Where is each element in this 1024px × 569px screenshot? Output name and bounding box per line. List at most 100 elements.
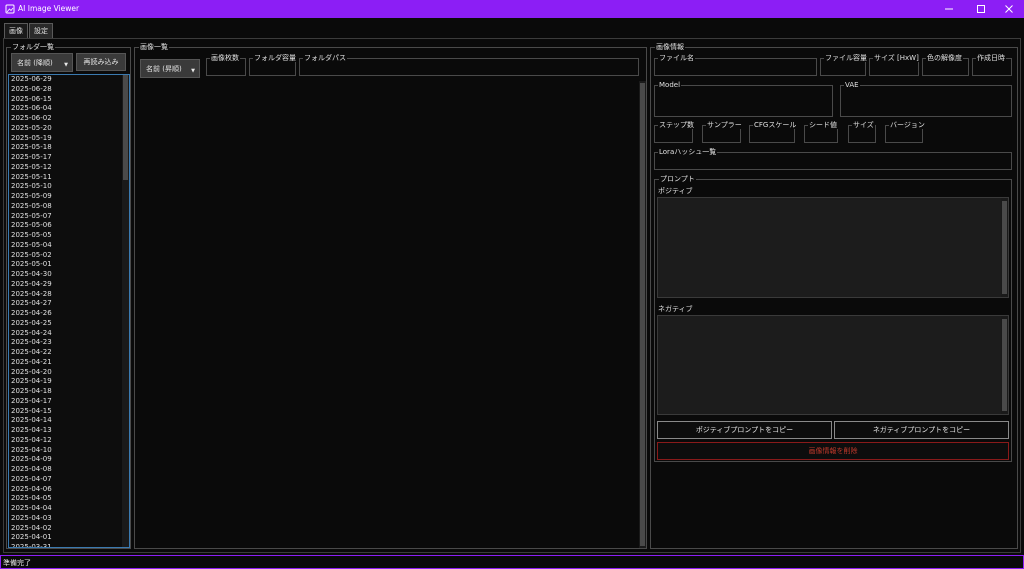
model-field: Model xyxy=(654,81,833,117)
dimensions-label: サイズ [HxW] xyxy=(873,54,920,62)
folder-list-item[interactable]: 2025-04-17 xyxy=(9,397,129,407)
minimize-button[interactable] xyxy=(934,0,964,18)
title-bar: AI Image Viewer xyxy=(0,0,1024,18)
folder-list-item[interactable]: 2025-05-06 xyxy=(9,221,129,231)
folder-list-item[interactable]: 2025-04-22 xyxy=(9,348,129,358)
folder-list-item[interactable]: 2025-04-05 xyxy=(9,494,129,504)
size-field: サイズ xyxy=(848,121,876,143)
date-items: 2025-06-29 2025-06-28 2025-06-15 2025-06-04… xyxy=(9,75,129,547)
folder-list-item[interactable]: 2025-05-02 xyxy=(9,251,129,261)
positive-prompt-scroll-thumb[interactable] xyxy=(1002,201,1007,294)
maximize-icon xyxy=(977,5,985,13)
folder-list-item[interactable]: 2025-04-01 xyxy=(9,533,129,543)
folder-list-item[interactable]: 2025-05-11 xyxy=(9,173,129,183)
folder-list-item[interactable]: 2025-04-25 xyxy=(9,319,129,329)
folder-list-item[interactable]: 2025-04-13 xyxy=(9,426,129,436)
copy-positive-button[interactable]: ポジティブプロンプトをコピー xyxy=(657,421,832,439)
folder-list-item[interactable]: 2025-04-21 xyxy=(9,358,129,368)
folder-list-item[interactable]: 2025-04-07 xyxy=(9,475,129,485)
folder-list-item[interactable]: 2025-04-26 xyxy=(9,309,129,319)
delete-info-label: 画像情報を削除 xyxy=(808,447,858,455)
folder-list-item[interactable]: 2025-04-04 xyxy=(9,504,129,514)
folder-list-item[interactable]: 2025-04-28 xyxy=(9,290,129,300)
positive-prompt-scrollbar[interactable] xyxy=(1001,198,1008,297)
folder-list-item[interactable]: 2025-04-02 xyxy=(9,524,129,534)
tab-bar: 画像 設定 xyxy=(0,18,1024,39)
folder-list-item[interactable]: 2025-04-15 xyxy=(9,407,129,417)
folder-date-list[interactable]: 2025-06-29 2025-06-28 2025-06-15 2025-06-04… xyxy=(8,74,130,548)
image-list-panel: 画像一覧 xyxy=(134,43,647,549)
folder-path-field: フォルダパス xyxy=(299,54,639,76)
lora-hash-label: Loraハッシュ一覧 xyxy=(658,148,718,156)
folder-list-item[interactable]: 2025-05-18 xyxy=(9,143,129,153)
image-list-scroll-thumb[interactable] xyxy=(640,83,645,546)
folder-list-item[interactable]: 2025-04-12 xyxy=(9,436,129,446)
positive-prompt-textarea[interactable] xyxy=(657,197,1009,298)
positive-label: ポジティブ xyxy=(658,187,693,195)
seed-label: シード値 xyxy=(808,121,838,129)
folder-list-item[interactable]: 2025-04-09 xyxy=(9,455,129,465)
folder-list-item[interactable]: 2025-05-10 xyxy=(9,182,129,192)
folder-list-item[interactable]: 2025-04-08 xyxy=(9,465,129,475)
folder-list-item[interactable]: 2025-04-23 xyxy=(9,338,129,348)
copy-negative-button[interactable]: ネガティブプロンプトをコピー xyxy=(834,421,1009,439)
folder-list-item[interactable]: 2025-05-08 xyxy=(9,202,129,212)
folder-list-item[interactable]: 2025-04-14 xyxy=(9,416,129,426)
dimensions-field: サイズ [HxW] xyxy=(869,54,920,76)
folder-list-item[interactable]: 2025-05-17 xyxy=(9,153,129,163)
folder-list-item[interactable]: 2025-06-28 xyxy=(9,85,129,95)
folder-list-item[interactable]: 2025-03-31 xyxy=(9,543,129,547)
folder-list-item[interactable]: 2025-05-09 xyxy=(9,192,129,202)
filesize-label: ファイル容量 xyxy=(824,54,868,62)
folder-list-item[interactable]: 2025-04-29 xyxy=(9,280,129,290)
folder-list-item[interactable]: 2025-04-03 xyxy=(9,514,129,524)
image-sort-select[interactable]: 名前 (昇順) ▼ xyxy=(140,59,200,78)
close-button[interactable] xyxy=(994,0,1024,18)
size-label: サイズ xyxy=(852,121,875,129)
filename-label: ファイル名 xyxy=(658,54,695,62)
negative-prompt-scroll-thumb[interactable] xyxy=(1002,319,1007,411)
color-resolution-label: 色の解像度 xyxy=(926,54,963,62)
folder-list-item[interactable]: 2025-05-12 xyxy=(9,163,129,173)
negative-prompt-textarea[interactable] xyxy=(657,315,1009,415)
folder-list-item[interactable]: 2025-05-20 xyxy=(9,124,129,134)
steps-field: ステップ数 xyxy=(654,121,695,143)
negative-prompt-scrollbar[interactable] xyxy=(1001,316,1008,414)
folder-list-item[interactable]: 2025-04-27 xyxy=(9,299,129,309)
copy-negative-label: ネガティブプロンプトをコピー xyxy=(872,426,971,434)
folder-list-item[interactable]: 2025-05-04 xyxy=(9,241,129,251)
folder-list-item[interactable]: 2025-04-10 xyxy=(9,446,129,456)
folder-list-item[interactable]: 2025-06-15 xyxy=(9,95,129,105)
image-list-scrollbar[interactable] xyxy=(639,81,646,548)
folder-list-item[interactable]: 2025-05-05 xyxy=(9,231,129,241)
folder-list-item[interactable]: 2025-04-19 xyxy=(9,377,129,387)
folder-list-item[interactable]: 2025-05-07 xyxy=(9,212,129,222)
folder-sort-select[interactable]: 名前 (降順) ▼ xyxy=(11,53,73,72)
folder-list-item[interactable]: 2025-06-29 xyxy=(9,75,129,85)
folder-list-item[interactable]: 2025-05-01 xyxy=(9,260,129,270)
folder-path-label: フォルダパス xyxy=(303,54,347,62)
folder-list-item[interactable]: 2025-06-02 xyxy=(9,114,129,124)
folder-list-item[interactable]: 2025-06-04 xyxy=(9,104,129,114)
tab-images[interactable]: 画像 xyxy=(4,23,28,38)
sampler-field: サンプラー xyxy=(702,121,743,143)
folder-list-item[interactable]: 2025-04-06 xyxy=(9,485,129,495)
folder-list-item[interactable]: 2025-04-30 xyxy=(9,270,129,280)
folder-list-item[interactable]: 2025-04-20 xyxy=(9,368,129,378)
maximize-button[interactable] xyxy=(966,0,996,18)
delete-info-button[interactable]: 画像情報を削除 xyxy=(657,442,1009,460)
folder-list-scrollbar[interactable] xyxy=(122,75,129,547)
folder-size-field: フォルダ容量 xyxy=(249,54,297,76)
folder-list-scroll-thumb[interactable] xyxy=(123,75,128,180)
tab-settings[interactable]: 設定 xyxy=(29,23,53,38)
image-count-label: 画像枚数 xyxy=(210,54,240,62)
reload-button[interactable]: 再読み込み xyxy=(76,53,126,71)
window-title: AI Image Viewer xyxy=(18,4,80,13)
folder-list-item[interactable]: 2025-05-19 xyxy=(9,134,129,144)
vae-label: VAE xyxy=(844,81,860,89)
cfg-scale-field: CFGスケール xyxy=(749,121,798,143)
folder-list-item[interactable]: 2025-04-18 xyxy=(9,387,129,397)
lora-hash-field: Loraハッシュ一覧 xyxy=(654,148,1012,170)
sampler-label: サンプラー xyxy=(706,121,743,129)
folder-list-item[interactable]: 2025-04-24 xyxy=(9,329,129,339)
